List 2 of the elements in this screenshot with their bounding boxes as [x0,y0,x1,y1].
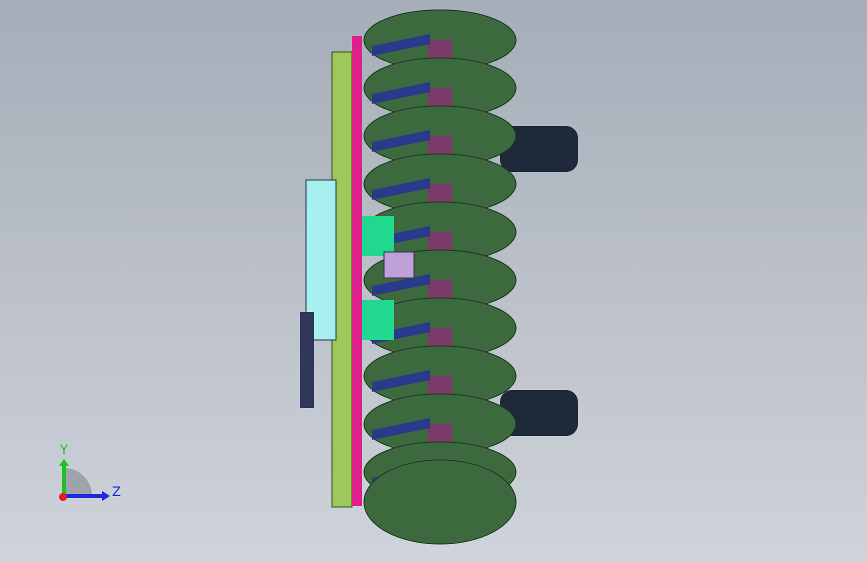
axis-label: Y [60,444,68,457]
axis-label: Z [112,486,121,499]
